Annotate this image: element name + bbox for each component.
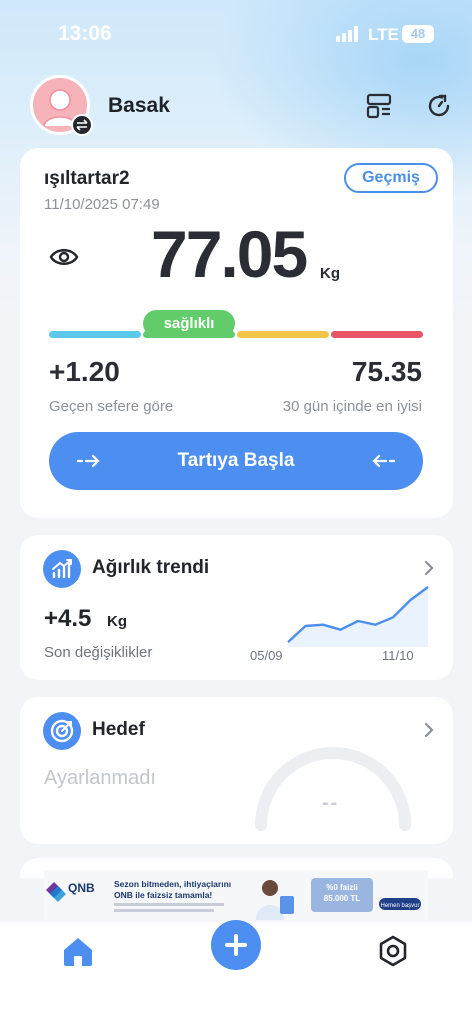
weight-value: 77.05 xyxy=(151,217,308,291)
change-value: +1.20 xyxy=(49,356,120,387)
goal-status: Ayarlanmadı xyxy=(44,767,156,789)
settings-icon[interactable] xyxy=(376,934,410,968)
trend-chart xyxy=(287,586,429,647)
username: Basak xyxy=(108,94,170,117)
switch-user-icon[interactable] xyxy=(71,114,93,136)
cellular-signal-icon xyxy=(336,26,360,42)
goal-card[interactable]: Hedef Ayarlanmadı -- xyxy=(20,697,453,844)
best-value: 75.35 xyxy=(351,356,422,387)
ad-banner[interactable]: QNB Sezon bitmeden, ihtiyaçlarını ONB il… xyxy=(44,870,428,920)
trend-chart-icon xyxy=(43,550,81,588)
trend-x-end: 11/10 xyxy=(382,648,414,663)
arrow-left-icon xyxy=(368,432,396,490)
add-icon[interactable] xyxy=(211,920,261,970)
measurement-datetime: 11/10/2025 07:49 xyxy=(44,196,160,213)
target-icon xyxy=(43,712,81,750)
history-button[interactable]: Geçmiş xyxy=(344,163,438,193)
goal-gauge xyxy=(255,747,411,831)
trend-delta: +4.5 xyxy=(44,605,92,632)
refresh-icon[interactable] xyxy=(425,92,453,120)
weight-card: ışıltartar2 11/10/2025 07:49 Geçmiş 77.0… xyxy=(20,148,453,518)
arrow-right-icon xyxy=(76,432,104,490)
svg-text:85.000 TL: 85.000 TL xyxy=(324,894,361,903)
bottom-navigation xyxy=(0,920,472,1024)
svg-text:Sezon bitmeden, ihtiyaçlarını: Sezon bitmeden, ihtiyaçlarını xyxy=(114,879,231,889)
home-icon[interactable] xyxy=(61,934,95,968)
svg-text:ONB ile faizsiz tamamla!: ONB ile faizsiz tamamla! xyxy=(114,890,212,900)
weight-unit: Kg xyxy=(320,265,340,282)
scale-segment-low xyxy=(49,331,141,338)
status-badge: sağlıklı xyxy=(143,310,235,337)
trend-delta-unit: Kg xyxy=(107,613,127,630)
scale-segment-very-high xyxy=(331,331,423,338)
svg-text:%0 faizli: %0 faizli xyxy=(326,883,358,892)
trend-area xyxy=(288,587,428,647)
device-name: ışıltartar2 xyxy=(44,168,130,189)
chevron-right-icon[interactable] xyxy=(423,721,435,739)
eye-icon[interactable] xyxy=(49,246,79,268)
trend-x-start: 05/09 xyxy=(250,648,283,663)
start-weighing-label: Tartıya Başla xyxy=(177,450,295,471)
ad-brand: QNB xyxy=(68,881,95,895)
network-type: LTE xyxy=(368,25,399,44)
trend-delta-label: Son değişiklikler xyxy=(44,644,153,661)
status-bar: 13:06 LTE 48 xyxy=(0,0,472,70)
avatar[interactable] xyxy=(30,75,93,136)
best-label: 30 gün içinde en iyisi xyxy=(282,398,422,415)
goal-gauge-value: -- xyxy=(322,792,340,814)
start-weighing-button[interactable]: Tartıya Başla xyxy=(49,432,423,490)
goal-title: Hedef xyxy=(92,719,145,740)
dashboard-icon[interactable] xyxy=(365,92,393,120)
trend-title: Ağırlık trendi xyxy=(92,557,210,578)
scale-segment-high xyxy=(237,331,329,338)
weight-trend-card[interactable]: Ağırlık trendi +4.5 Kg Son değişiklikler… xyxy=(20,535,453,680)
status-time: 13:06 xyxy=(58,22,112,45)
change-label: Geçen sefere göre xyxy=(49,398,174,415)
battery-icon: 48 xyxy=(402,25,434,43)
svg-text:Hemen başvur: Hemen başvur xyxy=(380,903,419,909)
